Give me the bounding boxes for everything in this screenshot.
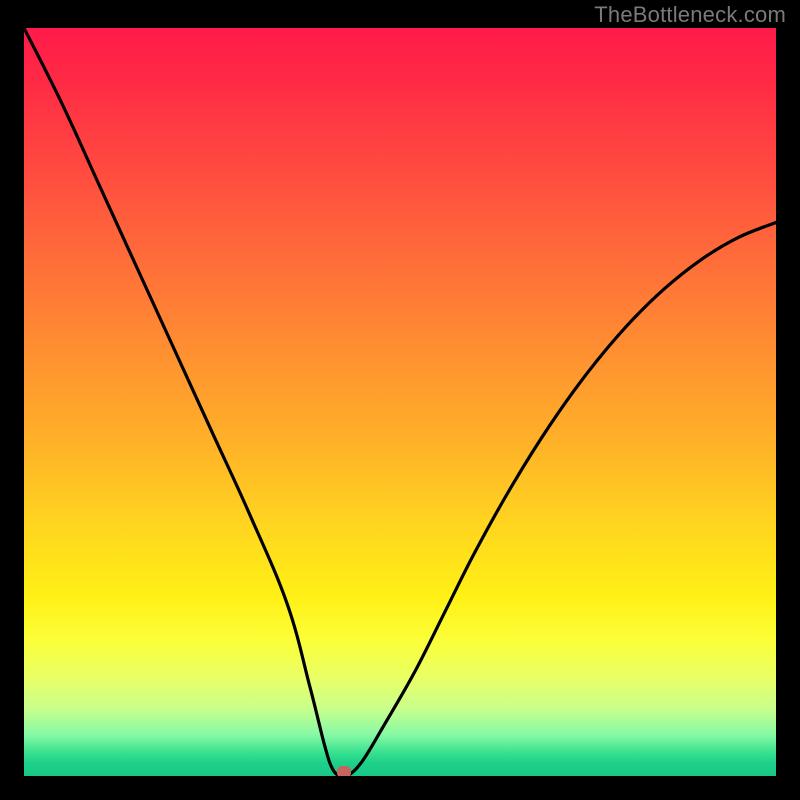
curve-minimum-marker xyxy=(337,766,351,776)
plot-area xyxy=(24,28,776,776)
bottleneck-curve xyxy=(24,28,776,776)
watermark-text: TheBottleneck.com xyxy=(594,2,786,28)
chart-container: TheBottleneck.com xyxy=(0,0,800,800)
